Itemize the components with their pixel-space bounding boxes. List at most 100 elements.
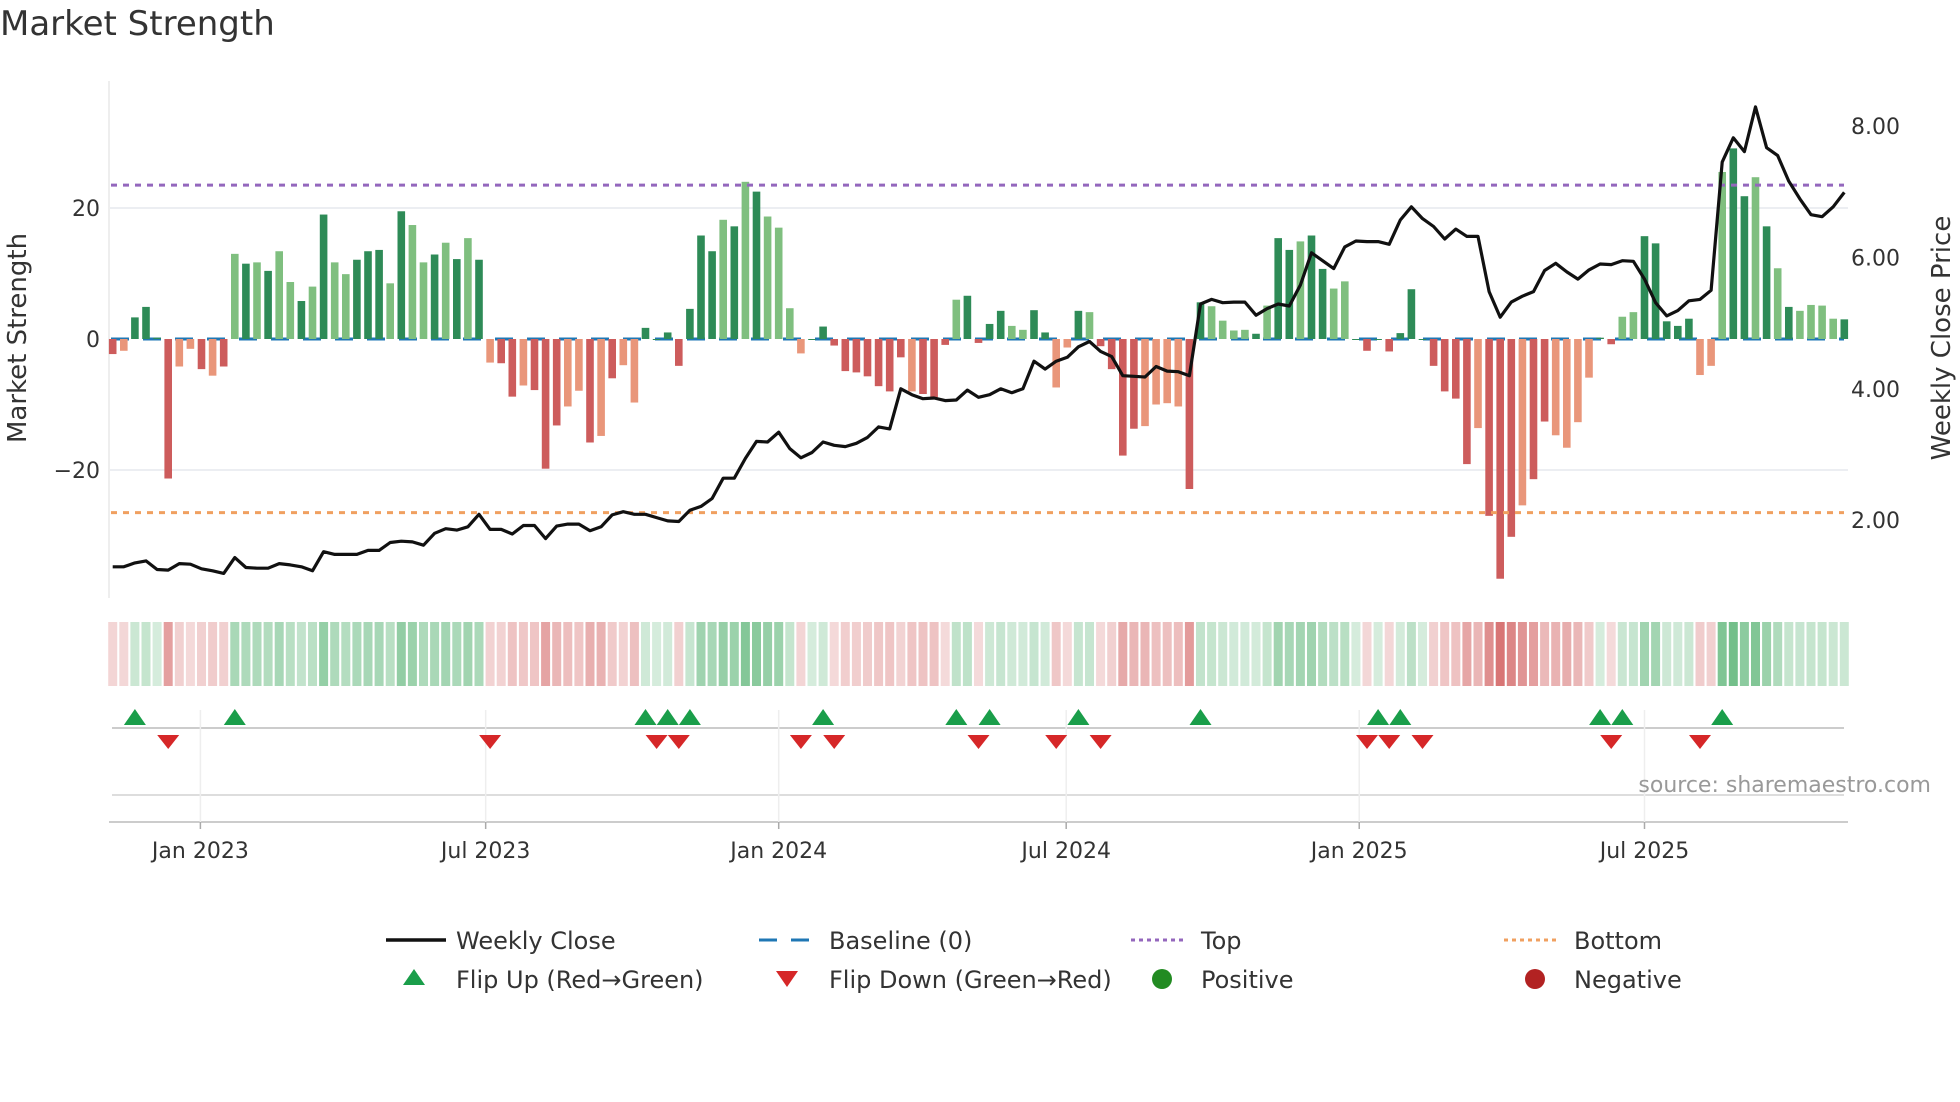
- strength-heat-cell: [1040, 622, 1050, 686]
- flip-up-marker: [223, 709, 246, 725]
- strength-bar: [1651, 243, 1660, 339]
- strength-bar: [597, 339, 605, 436]
- flip-up-marker: [1389, 709, 1412, 725]
- strength-bar: [1218, 320, 1227, 339]
- strength-heat-cell: [685, 622, 695, 686]
- strength-bar: [1207, 306, 1216, 339]
- strength-bar: [663, 332, 672, 339]
- flip-up-marker: [812, 709, 835, 725]
- strength-bar: [774, 227, 783, 339]
- strength-heat-cell: [929, 622, 939, 686]
- strength-bar: [153, 337, 161, 339]
- strength-heat-cell: [951, 622, 961, 686]
- strength-heat-cell: [1529, 622, 1538, 686]
- strength-heat-cell: [1051, 622, 1061, 686]
- strength-heat-cell: [485, 622, 495, 686]
- strength-bar: [741, 181, 750, 339]
- strength-heat-cell: [441, 622, 451, 686]
- strength-bar: [752, 191, 761, 339]
- legend-label: Negative: [1574, 966, 1682, 994]
- strength-heat-cell: [263, 622, 273, 686]
- strength-bar: [1252, 333, 1260, 339]
- strength-bar: [786, 308, 794, 339]
- legend-item-positive: Positive: [1152, 966, 1294, 994]
- strength-bar: [941, 339, 949, 345]
- strength-bar: [1563, 339, 1571, 448]
- strength-bar: [1152, 339, 1160, 405]
- strength-heat-cell: [1795, 622, 1805, 686]
- strength-heat-cell: [1651, 622, 1661, 686]
- strength-heat-cell: [1196, 622, 1205, 686]
- flip-up-marker: [1611, 709, 1634, 725]
- strength-bar: [1407, 289, 1416, 339]
- strength-heat-cell: [352, 622, 362, 686]
- strength-bar: [1629, 312, 1638, 339]
- strength-bar: [108, 339, 117, 355]
- strength-heat-cell: [1728, 622, 1738, 686]
- strength-heat-cell: [274, 622, 284, 686]
- strength-heat-cell: [774, 622, 784, 686]
- strength-bar: [797, 339, 805, 354]
- strength-bar: [1707, 339, 1715, 366]
- y2-tick-label: 2.00: [1851, 509, 1900, 534]
- strength-bar: [441, 242, 450, 339]
- strength-heat-cell: [1484, 622, 1494, 686]
- strength-heat-cell: [807, 622, 817, 686]
- strength-heat-cell: [152, 622, 162, 686]
- strength-heat-cell: [1429, 622, 1439, 686]
- strength-bar: [164, 339, 172, 479]
- flip-up-marker: [656, 709, 679, 725]
- strength-bar: [375, 249, 383, 339]
- strength-bar: [319, 214, 328, 339]
- strength-heat-cell: [896, 622, 906, 686]
- strength-heat-cell: [1129, 622, 1139, 686]
- strength-bar: [264, 270, 272, 339]
- flip-down-marker: [479, 735, 502, 749]
- strength-bar: [1141, 339, 1149, 427]
- flip-down-marker: [967, 735, 990, 749]
- legend-label: Bottom: [1574, 927, 1662, 955]
- triangle-up-icon: [403, 969, 425, 985]
- y2-tick-label: 6.00: [1851, 246, 1900, 271]
- strength-bar: [1429, 339, 1438, 366]
- strength-bar: [297, 301, 306, 339]
- flip-down-marker: [645, 735, 668, 749]
- strength-heat-cell: [874, 622, 884, 686]
- strength-heat-cell: [740, 622, 750, 686]
- strength-bar: [619, 339, 628, 366]
- strength-heat-cell: [729, 622, 739, 686]
- strength-bar: [1574, 339, 1582, 423]
- flip-up-marker: [1711, 709, 1734, 725]
- strength-bar: [1596, 337, 1604, 339]
- strength-bar: [397, 211, 406, 339]
- strength-heat-cell: [1606, 622, 1616, 686]
- legend-item-bottom: Bottom: [1504, 927, 1662, 955]
- strength-heat-cell: [1418, 622, 1427, 686]
- strength-bar: [1840, 319, 1849, 339]
- strength-heat-cell: [319, 622, 329, 686]
- strength-heat-cell: [563, 622, 573, 686]
- strength-bar: [1452, 339, 1460, 399]
- strength-bar: [353, 259, 361, 339]
- strength-heat-cell: [1773, 622, 1783, 686]
- strength-heat-cell: [918, 622, 928, 686]
- flip-down-marker: [789, 735, 812, 749]
- strength-heat-cell: [1739, 622, 1749, 686]
- y2-axis-label: Weekly Close Price: [1927, 216, 1957, 461]
- strength-bar: [497, 339, 505, 364]
- strength-heat-cell: [863, 622, 872, 686]
- strength-bar: [1729, 148, 1738, 339]
- strength-bar: [1551, 339, 1560, 436]
- strength-bar: [1307, 235, 1316, 339]
- flip-down-marker: [823, 735, 846, 749]
- strength-bar: [1385, 339, 1393, 352]
- strength-bar: [1807, 304, 1815, 339]
- strength-heat-cell: [163, 622, 173, 686]
- strength-heat-cell: [641, 622, 650, 686]
- strength-bar: [852, 339, 861, 373]
- strength-heat-cell: [1273, 622, 1283, 686]
- strength-bar: [1063, 339, 1072, 348]
- strength-heat-cell: [663, 622, 673, 686]
- x-tick-label: Jul 2023: [439, 839, 531, 864]
- strength-heat-cell: [174, 622, 184, 686]
